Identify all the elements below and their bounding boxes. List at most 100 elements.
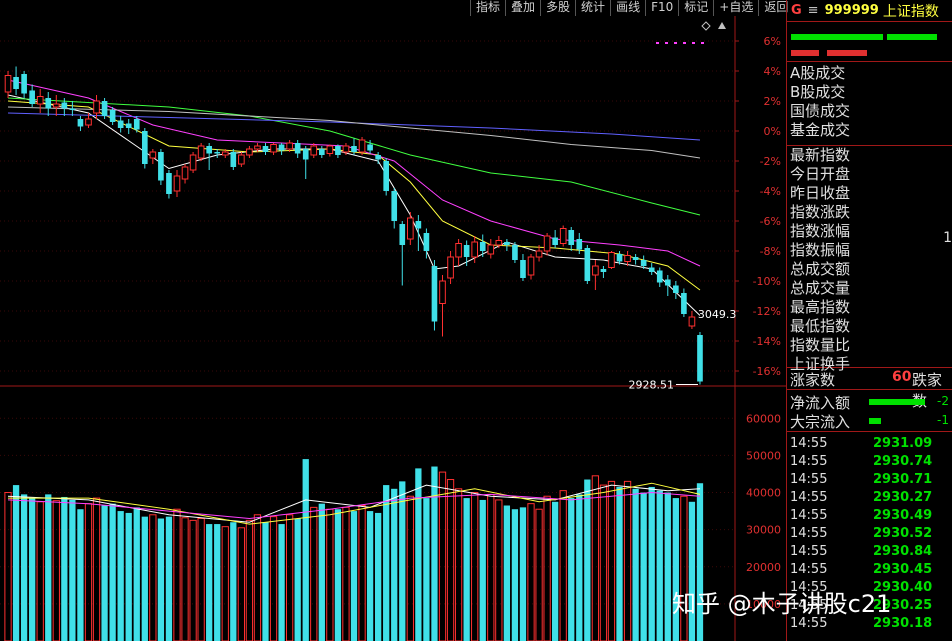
price-tick-label: -12% [753,305,781,318]
candle-body [673,285,679,293]
candle-body [632,257,639,260]
volume-bar [302,459,309,641]
candle-body [351,146,357,152]
toolbar-button[interactable]: 多股 [540,0,575,16]
volume-bar [640,492,647,641]
volume-bar [285,514,294,641]
volume-bar [326,508,334,641]
candle-body [21,74,27,94]
candle-body [254,145,261,150]
toolbar-button[interactable]: 画线 [610,0,645,16]
candle-body [149,151,157,159]
toolbar-button[interactable]: 指标 [470,0,505,16]
stock-code: 999999 [824,3,879,18]
stat-label: 最高指数 [790,298,851,316]
stock-header: G ≡ 999999 上证指数 [787,0,952,22]
candle-body [302,149,309,160]
menu-icon[interactable]: ≡ [808,3,819,18]
tick-price: 2930.84 [873,543,933,559]
toolbar-button[interactable]: 叠加 [505,0,540,16]
candle-body [69,108,76,110]
volume-bar [253,514,262,641]
candle-body [640,260,647,266]
volume-bar [334,509,342,641]
candle-body [447,256,454,279]
candle-body [319,149,325,155]
volume-bar [535,508,543,641]
volume-bar [375,512,382,641]
tick-time: 14:55 [790,435,828,451]
candle-body [230,152,237,167]
candle-body [431,266,438,322]
candle-body [487,244,495,255]
toolbar: 指标 叠加 多股 统计 画线 F10 标记 +自选 返回 [470,0,788,16]
candle-body [310,145,318,156]
block-inflow-value: -1 [937,413,949,427]
price-tick-label: -10% [753,275,781,288]
candle-body [117,120,124,128]
tick-row: 14:55 2930.84 [787,542,952,560]
candle-body [158,152,164,181]
stat-label: 今日开盘 [790,165,851,183]
toolbar-button[interactable]: 标记 [678,0,713,16]
volume-bar [206,524,213,641]
toolbar-button[interactable]: F10 [645,0,678,16]
toolbar-button[interactable]: +自选 [713,0,758,16]
stat-label: 指数涨跌 [790,203,851,221]
volume-bar [438,471,447,641]
candle-body [335,146,341,155]
indicator-dot [656,42,659,44]
price-tick-label: -16% [753,365,781,378]
volume-bar [92,497,101,641]
candle-body [512,245,518,260]
price-tick-label: -6% [760,215,781,228]
tick-price: 2930.71 [873,471,933,487]
volume-bar [109,503,116,641]
candle-body [415,221,422,229]
candle-body [535,250,543,258]
stock-name: 上证指数 [882,3,939,20]
volume-bar [623,480,632,641]
tick-row: 14:55 2930.74 [787,452,952,470]
triangle-icon [718,22,726,29]
toolbar-button[interactable]: 统计 [575,0,610,16]
volume-bar [391,488,398,641]
candle-body [423,233,430,251]
volume-bar [511,509,519,641]
candle-body [286,142,293,150]
candle-body [552,237,558,245]
tick-price: 2930.27 [873,489,933,505]
tick-price: 2930.74 [873,453,933,469]
fund-flow-section: 净流入额 -2 大宗流入 -1 [787,390,952,432]
volume-bar [52,500,60,641]
volume-bar [599,484,608,641]
volume-bar [454,488,463,641]
stat-label: 指数量比 [790,336,851,354]
candle-body [262,146,269,152]
tick-row: 14:55 2930.27 [787,488,952,506]
candle-body [681,293,687,314]
volume-bar [173,508,181,641]
candle-body [584,248,591,281]
candle-body [214,152,221,154]
candle-body [133,119,140,130]
price-tick-label: 2% [764,95,781,108]
volume-bar [221,526,229,641]
volume-bar [165,516,173,641]
stat-label: B股成交 [790,83,846,101]
advance-decline-row: 涨家数 60 跌家数 [787,368,952,410]
price-ma-line [7,79,701,267]
volume-tick-label: 50000 [746,449,781,462]
candle-body [520,260,526,278]
volume-bar [29,498,36,641]
volume-tick-label: 60000 [746,412,781,425]
candle-body [616,254,623,262]
volume-bar [487,493,495,641]
volume-bar [366,511,374,641]
volume-bar [648,486,655,641]
candle-body [600,269,607,272]
volume-bar [77,509,84,641]
candle-body [29,90,35,104]
candle-body [85,118,92,126]
kline-chart[interactable]: 6% 4% 2% 0% -2% -4% -6% -8% -10% -12% -14% -16% 6000… [0,16,786,641]
